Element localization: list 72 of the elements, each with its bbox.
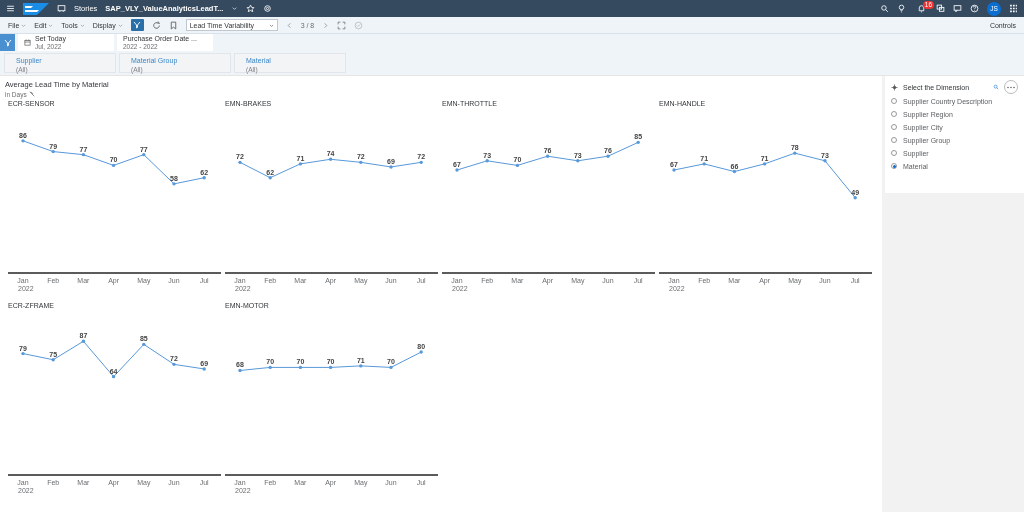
data-point: [823, 159, 827, 163]
pin-icon: [28, 91, 35, 97]
data-point: [238, 368, 242, 373]
refresh-icon[interactable]: [151, 20, 161, 30]
data-point: [21, 351, 25, 356]
data-point: [202, 367, 206, 371]
data-point: [172, 182, 176, 186]
data-point: [142, 342, 146, 347]
lightbulb-icon[interactable]: [897, 4, 906, 13]
data-point: [111, 163, 116, 168]
caret-icon: [48, 22, 54, 28]
data-point: [793, 151, 797, 155]
data-point: [359, 160, 363, 165]
data-point: [202, 176, 206, 180]
data-point: [359, 364, 363, 368]
caret-icon: [268, 22, 274, 28]
data-point: [298, 162, 303, 166]
data-point: [389, 365, 393, 370]
data-point: [298, 365, 303, 370]
data-point: [606, 154, 610, 158]
data-point: [172, 362, 176, 367]
search-icon[interactable]: [880, 4, 889, 13]
data-point: [142, 152, 146, 157]
filter-button[interactable]: [130, 19, 144, 31]
data-point: [328, 365, 333, 370]
data-point: [636, 140, 640, 145]
data-point: [51, 358, 55, 362]
data-point: [485, 159, 489, 163]
data-point: [515, 163, 520, 168]
filter-panel-button[interactable]: [0, 34, 15, 51]
more-button[interactable]: [1004, 80, 1018, 94]
filter-icon: [133, 21, 142, 29]
data-point: [576, 159, 580, 163]
feedback-icon[interactable]: [953, 4, 962, 13]
data-point: [545, 154, 550, 158]
data-point: [419, 160, 423, 165]
data-point: [51, 149, 55, 154]
data-point: [268, 176, 272, 180]
data-point: [389, 165, 393, 169]
help-icon[interactable]: [970, 4, 979, 13]
caret-icon: [21, 22, 27, 28]
move-icon: [891, 83, 898, 91]
data-point: [81, 152, 86, 157]
data-point: [853, 196, 857, 200]
calendar-icon: [24, 39, 31, 46]
caret-icon: [117, 22, 123, 28]
data-point: [672, 168, 676, 172]
menu-icon[interactable]: [6, 4, 15, 13]
data-point: [81, 339, 86, 343]
star-icon[interactable]: [246, 4, 256, 13]
data-point: [732, 169, 737, 174]
data-point: [455, 168, 459, 172]
board-icon[interactable]: [57, 4, 66, 13]
more-icon: [1007, 85, 1015, 89]
filter-icon: [3, 38, 12, 47]
bell-icon[interactable]: [916, 4, 926, 13]
data-point: [419, 350, 423, 354]
chevron-down-icon[interactable]: [231, 5, 239, 12]
caret-icon: [79, 22, 85, 28]
chat-icon[interactable]: [936, 4, 945, 13]
data-point: [21, 139, 25, 143]
circle-icon[interactable]: [263, 4, 273, 13]
grid-icon[interactable]: [1009, 4, 1018, 13]
data-point: [328, 157, 333, 161]
data-point: [762, 162, 767, 166]
data-point: [268, 365, 272, 370]
data-point: [238, 160, 242, 165]
bookmark-icon[interactable]: [168, 20, 178, 30]
data-point: [111, 374, 116, 379]
check-circle-icon[interactable]: [354, 20, 364, 30]
logo: [23, 2, 49, 15]
data-point: [702, 162, 706, 166]
